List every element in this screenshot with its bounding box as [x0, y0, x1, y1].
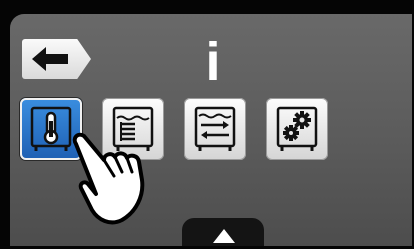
- triangle-up-icon: [213, 229, 235, 243]
- tile-settings[interactable]: [266, 98, 328, 160]
- page-title: i: [205, 32, 221, 92]
- flow-arrows-tank-icon: [194, 106, 236, 151]
- hand-pointer-icon: [72, 132, 145, 225]
- thermometer-tank-icon: [30, 106, 72, 151]
- back-button[interactable]: [22, 39, 91, 79]
- gears-tank-icon: [276, 106, 318, 151]
- arrow-left-icon: [32, 47, 68, 71]
- tile-flow[interactable]: [184, 98, 246, 160]
- bottom-expand-tab[interactable]: [182, 218, 264, 246]
